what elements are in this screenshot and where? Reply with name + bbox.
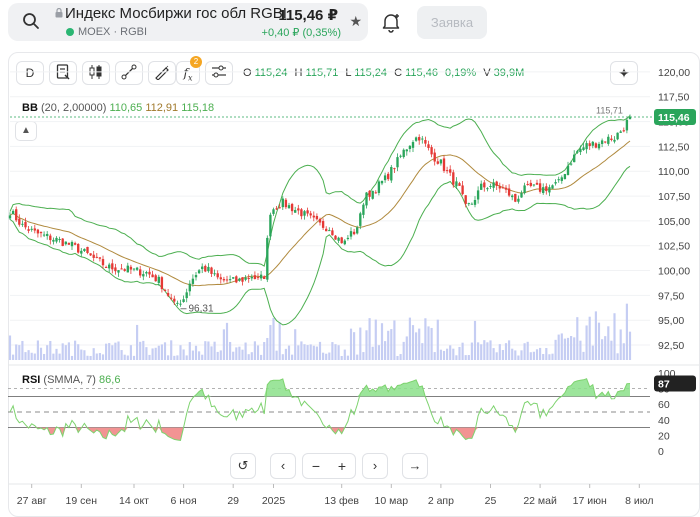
high-label: H — [294, 67, 303, 79]
scroll-left-icon[interactable]: ‹ — [270, 453, 296, 479]
high-value: 115,71 — [305, 67, 339, 79]
brush-tool-icon[interactable] — [148, 61, 176, 85]
change-pct: 0,19% — [445, 67, 477, 79]
bb-name: BB — [22, 102, 38, 114]
exchange-ticker: MOEX · RGBI — [66, 26, 147, 38]
chart-panel — [8, 52, 700, 517]
last-price: 115,46 ₽ — [278, 7, 338, 24]
go-to-latest-icon[interactable]: → — [402, 453, 428, 479]
reset-icon[interactable]: ↺ — [230, 453, 256, 479]
rsi-params: (SMMA, 7) — [43, 374, 96, 386]
collapse-chevron-icon[interactable]: ▲ — [15, 121, 37, 141]
period-button[interactable]: D — [16, 61, 44, 85]
lock-icon — [55, 7, 63, 21]
rsi-legend[interactable]: RSI (SMMA, 7) 86,6 — [22, 374, 120, 386]
close-value: 115,46 — [405, 67, 438, 79]
candles-icon[interactable] — [82, 61, 110, 85]
ai-sparkle-icon[interactable]: ✦ — [610, 61, 638, 85]
instrument-info-icon[interactable] — [49, 61, 77, 85]
zoom-out-icon[interactable]: − — [303, 454, 329, 478]
trendline-tool-icon[interactable] — [115, 61, 143, 85]
rsi-name: RSI — [22, 374, 41, 386]
rsi-value: 86,6 — [99, 374, 121, 386]
search-icon[interactable] — [22, 12, 40, 35]
volume-label: V — [483, 67, 491, 79]
chart-navigation: ↺ ‹ − + › → — [230, 453, 428, 479]
price-change: +0,40 ₽ (0,35%) — [261, 27, 341, 39]
scroll-right-icon[interactable]: › — [362, 453, 388, 479]
open-label: O — [243, 67, 252, 79]
chart-settings-icon[interactable] — [205, 61, 233, 85]
ohlc-legend: O 115,24 H 115,71 L 115,24 C 115,46 0,19… — [243, 67, 524, 79]
open-value: 115,24 — [254, 67, 288, 79]
exchange-ticker-text: MOEX · RGBI — [78, 26, 148, 38]
instrument-title: Индекс Мосбиржи гос обл RGBI — [65, 5, 287, 22]
market-status-icon — [66, 28, 74, 36]
volume-value: 39,9M — [493, 67, 525, 79]
favorite-star-icon[interactable]: ★ — [349, 13, 362, 30]
order-button[interactable]: Заявка — [417, 6, 487, 39]
instrument-header[interactable]: Индекс Мосбиржи гос обл RGBI MOEX · RGBI… — [8, 3, 368, 41]
low-value: 115,24 — [354, 67, 388, 79]
bb-upper: 115,18 — [181, 102, 215, 114]
alert-bell-icon[interactable] — [380, 11, 402, 38]
bb-params: (20, 2,00000) — [40, 102, 107, 114]
zoom-in-icon[interactable]: + — [329, 454, 355, 478]
low-label: L — [345, 67, 352, 79]
bb-lower: 110,65 — [109, 102, 143, 114]
indicators-count-badge: 2 — [190, 56, 202, 68]
close-label: C — [394, 67, 403, 79]
bb-legend[interactable]: BB (20, 2,00000) 110,65 112,91 115,18 — [22, 102, 214, 114]
bb-middle: 112,91 — [145, 102, 179, 114]
zoom-group: − + — [302, 453, 356, 479]
